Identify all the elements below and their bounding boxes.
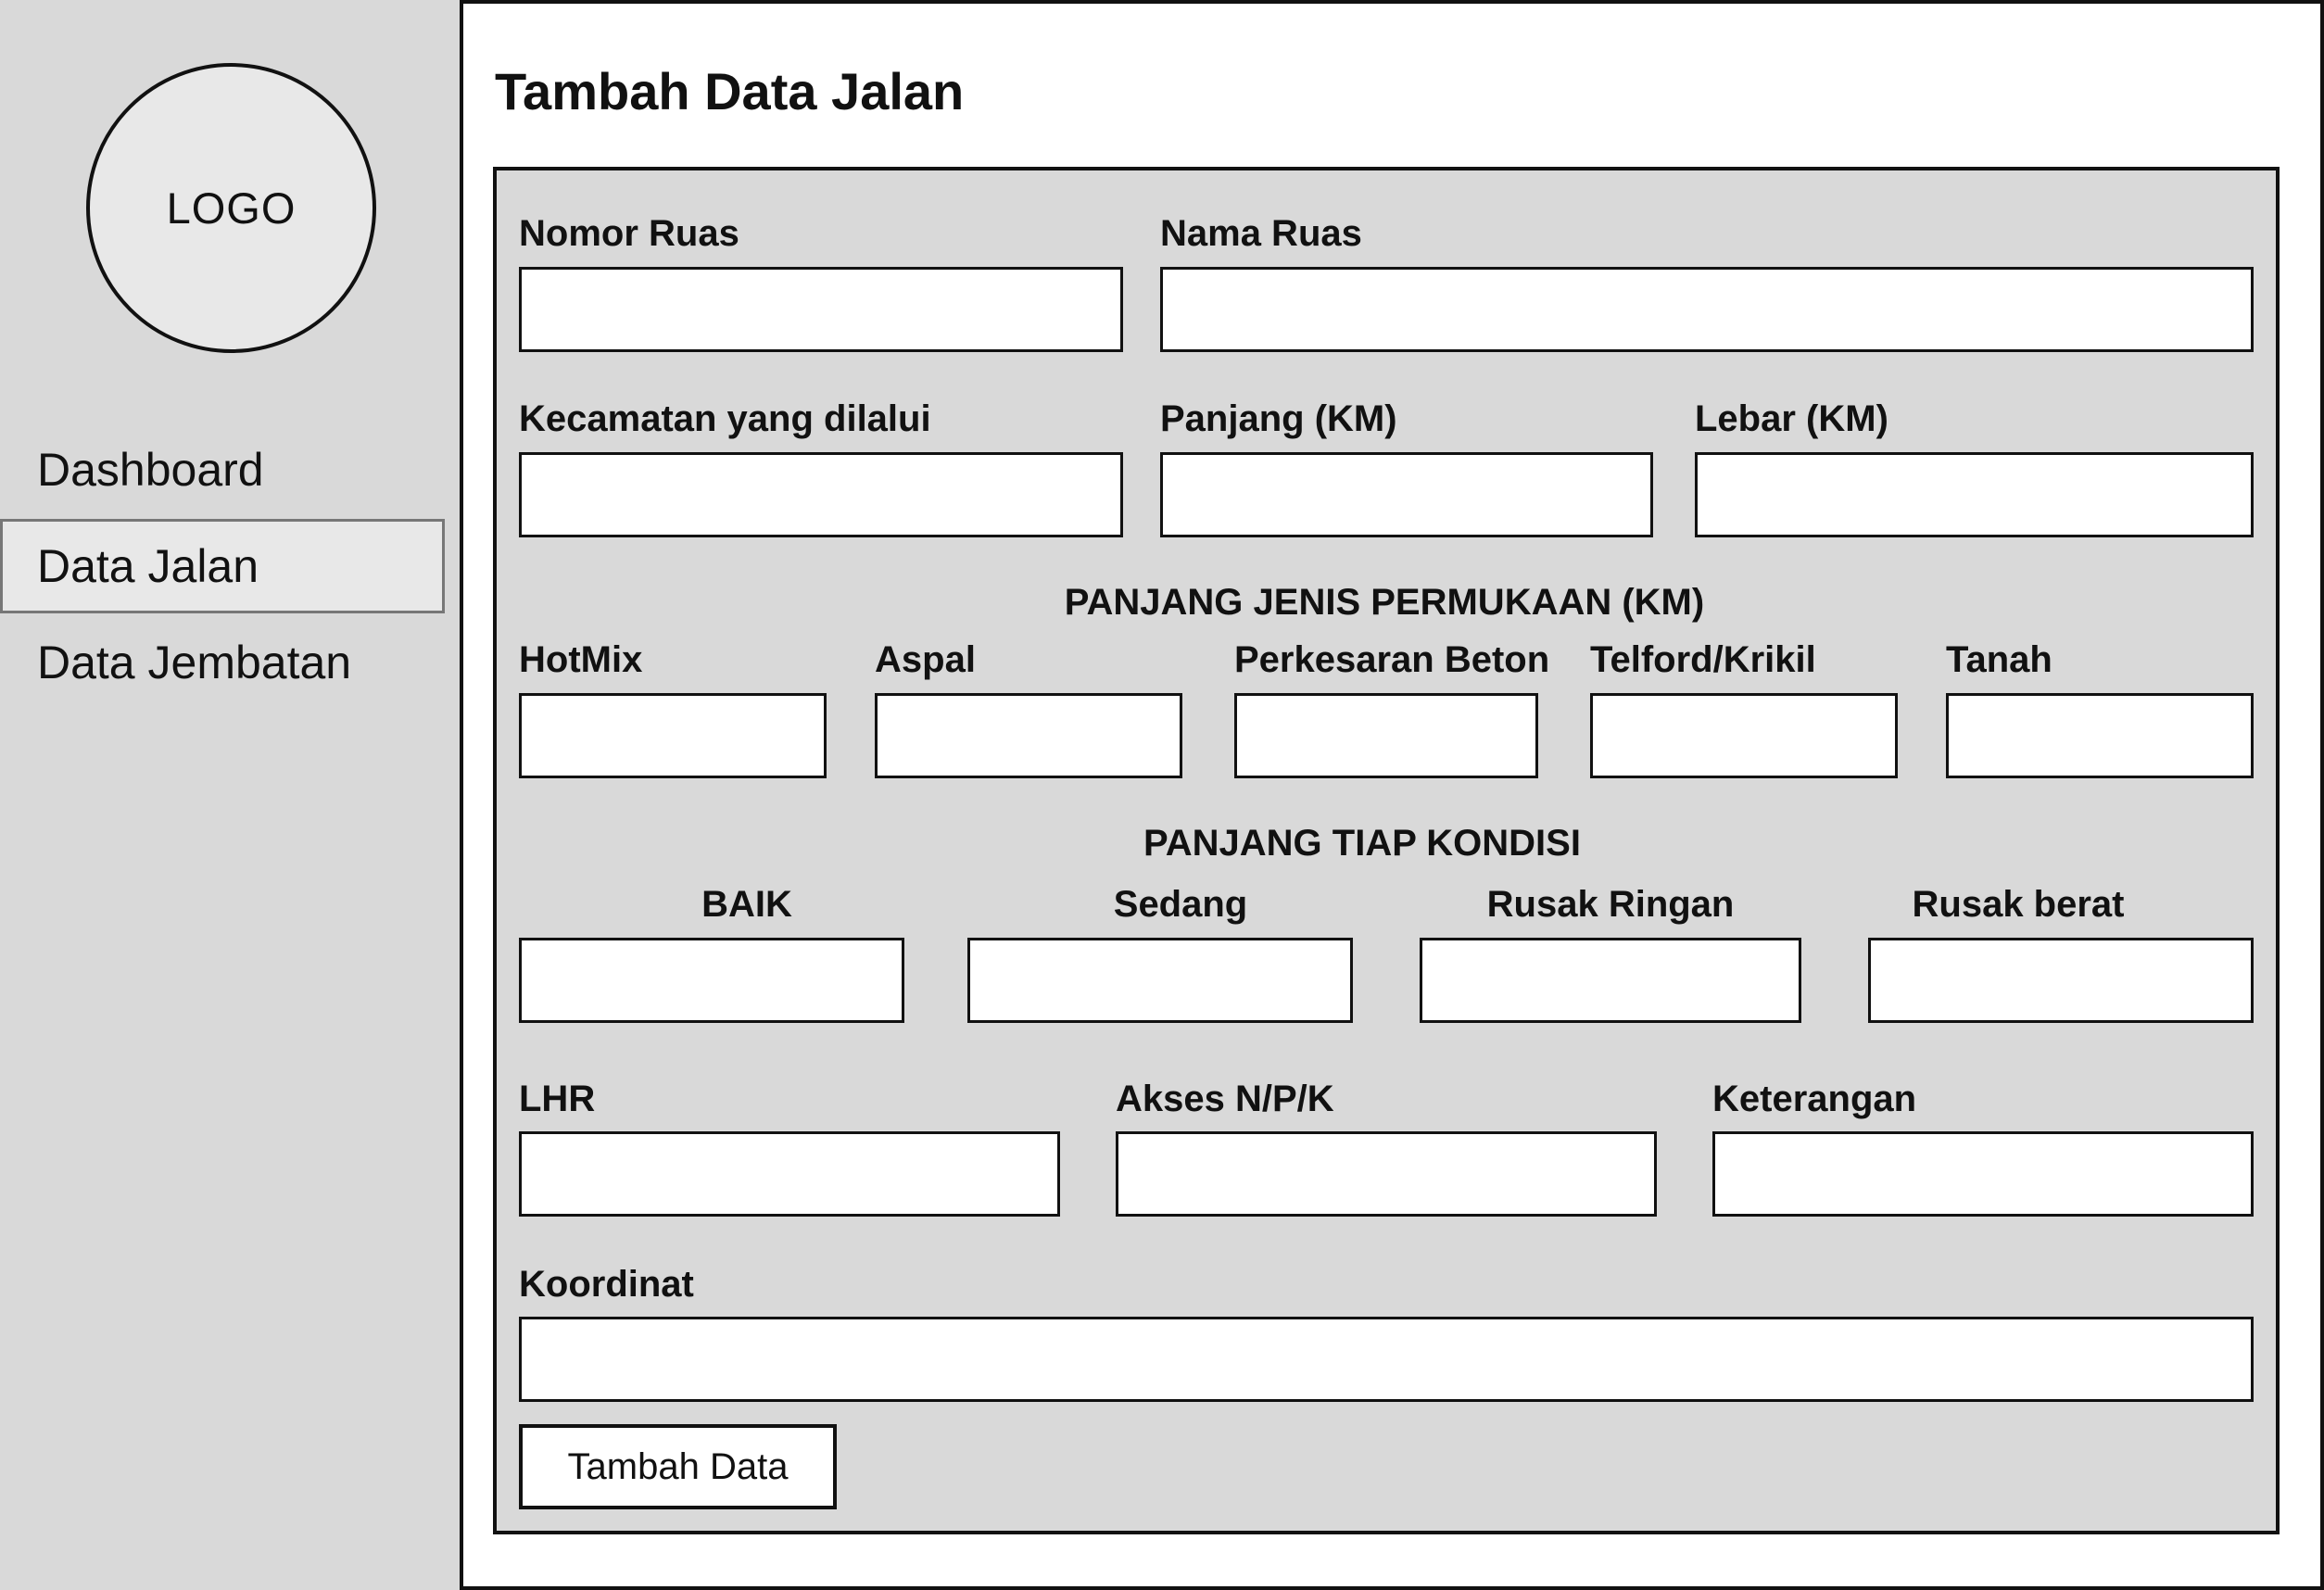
nomor-ruas-label: Nomor Ruas	[519, 213, 739, 254]
sidebar-item-data-jalan[interactable]: Data Jalan	[0, 519, 445, 613]
panjang-label: Panjang (KM)	[1160, 398, 1397, 439]
logo: LOGO	[86, 63, 376, 353]
sedang-label: Sedang	[1113, 884, 1248, 925]
surface-section-heading: PANJANG JENIS PERMUKAAN (KM)	[1064, 582, 1705, 623]
rusak-berat-label: Rusak berat	[1912, 884, 2125, 925]
page-title: Tambah Data Jalan	[495, 62, 965, 120]
perkesaran-beton-input[interactable]	[1234, 693, 1538, 778]
sidebar-item-dashboard[interactable]: Dashboard	[0, 423, 445, 517]
telford-label: Telford/Krikil	[1590, 639, 1816, 680]
condition-section-heading: PANJANG TIAP KONDISI	[1143, 823, 1581, 864]
rusak-berat-input[interactable]	[1868, 938, 2254, 1023]
nama-ruas-label: Nama Ruas	[1160, 213, 1362, 254]
lhr-input[interactable]	[519, 1131, 1060, 1217]
tanah-input[interactable]	[1946, 693, 2254, 778]
telford-input[interactable]	[1590, 693, 1898, 778]
tanah-label: Tanah	[1946, 639, 2052, 680]
keterangan-label: Keterangan	[1712, 1079, 1917, 1119]
kecamatan-label: Kecamatan yang dilalui	[519, 398, 931, 439]
aspal-input[interactable]	[875, 693, 1182, 778]
hotmix-input[interactable]	[519, 693, 827, 778]
panjang-input[interactable]	[1160, 452, 1653, 537]
sedang-input[interactable]	[967, 938, 1353, 1023]
nomor-ruas-input[interactable]	[519, 267, 1123, 352]
aspal-label: Aspal	[875, 639, 976, 680]
koordinat-label: Koordinat	[519, 1264, 694, 1305]
tambah-data-button[interactable]: Tambah Data	[519, 1424, 837, 1509]
kecamatan-input[interactable]	[519, 452, 1123, 537]
akses-input[interactable]	[1116, 1131, 1657, 1217]
koordinat-input[interactable]	[519, 1317, 2254, 1402]
baik-input[interactable]	[519, 938, 904, 1023]
rusak-ringan-label: Rusak Ringan	[1486, 884, 1735, 925]
nama-ruas-input[interactable]	[1160, 267, 2254, 352]
sidebar-item-data-jembatan[interactable]: Data Jembatan	[0, 615, 445, 710]
rusak-ringan-input[interactable]	[1420, 938, 1801, 1023]
sidebar: LOGO Dashboard Data Jalan Data Jembatan	[0, 0, 463, 1590]
lebar-input[interactable]	[1695, 452, 2254, 537]
lebar-label: Lebar (KM)	[1695, 398, 1888, 439]
perkesaran-beton-label: Perkesaran Beton	[1234, 639, 1550, 680]
hotmix-label: HotMix	[519, 639, 643, 680]
baik-label: BAIK	[701, 884, 792, 925]
akses-label: Akses N/P/K	[1116, 1079, 1334, 1119]
keterangan-input[interactable]	[1712, 1131, 2254, 1217]
lhr-label: LHR	[519, 1079, 596, 1119]
